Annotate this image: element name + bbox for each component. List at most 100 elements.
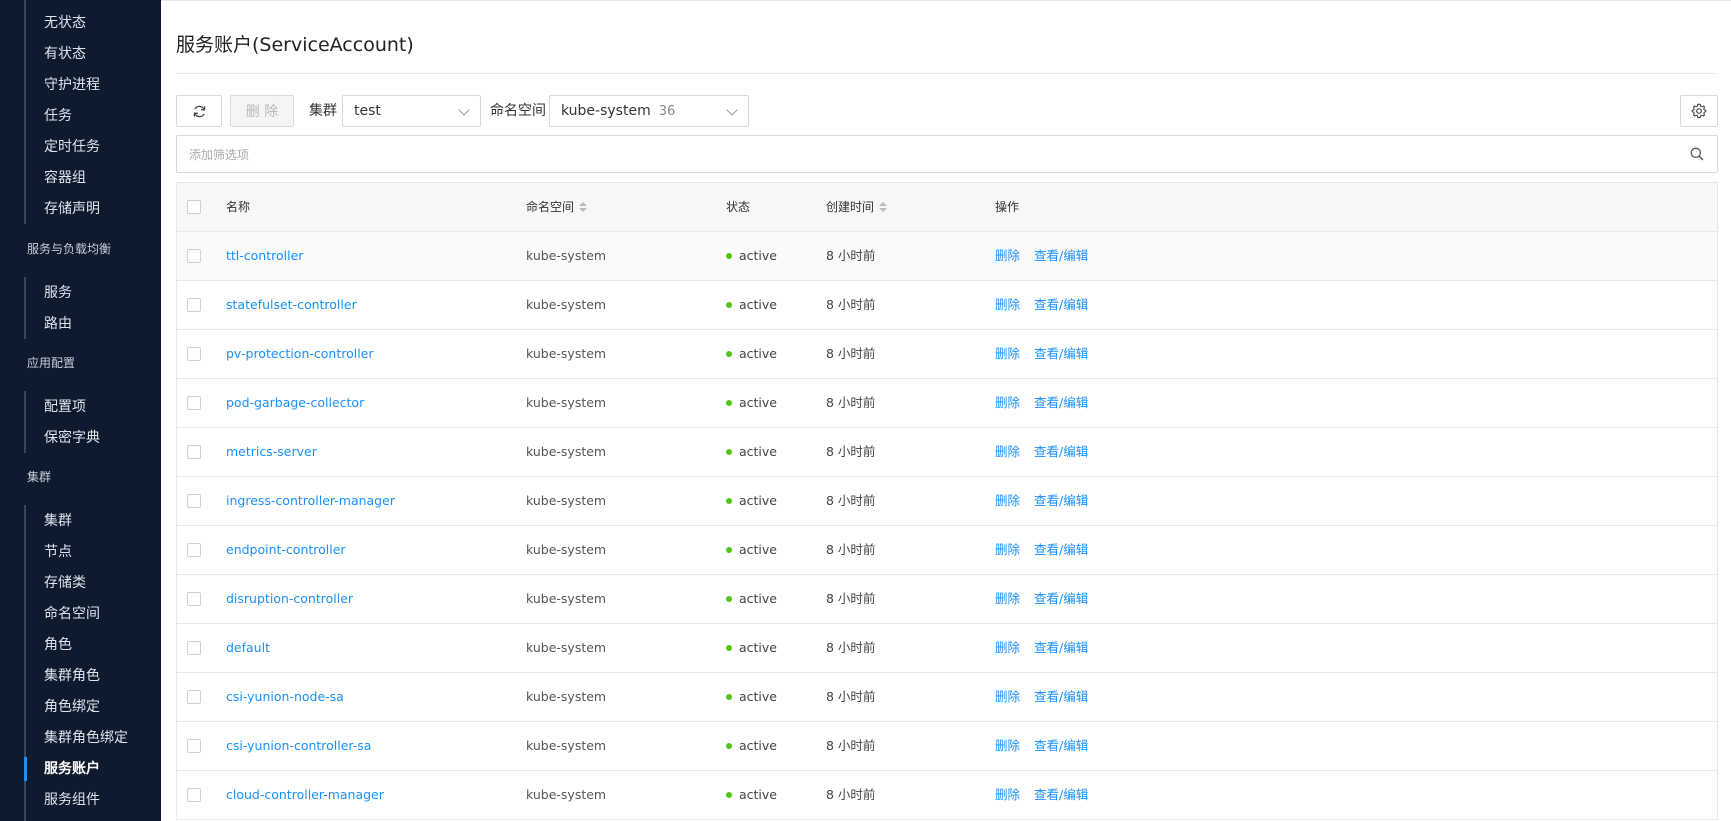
- table-row[interactable]: pod-garbage-collector kube-system active…: [177, 379, 1717, 428]
- row-delete-link[interactable]: 删除: [995, 248, 1020, 263]
- table-row[interactable]: pv-protection-controller kube-system act…: [177, 330, 1717, 379]
- sidebar-item-pvcs[interactable]: 存储声明: [28, 196, 161, 222]
- sidebar-item-rolebindings[interactable]: 角色绑定: [28, 694, 161, 720]
- sort-icon[interactable]: [579, 201, 588, 212]
- row-name-link[interactable]: endpoint-controller: [226, 526, 346, 574]
- table-row[interactable]: ttl-controller kube-system active 8 小时前 …: [177, 232, 1717, 281]
- row-checkbox[interactable]: [187, 690, 201, 704]
- row-checkbox[interactable]: [187, 739, 201, 753]
- row-delete-link[interactable]: 删除: [995, 738, 1020, 753]
- sidebar-item-pods[interactable]: 容器组: [28, 165, 161, 191]
- table-row[interactable]: disruption-controller kube-system active…: [177, 575, 1717, 624]
- sidebar-item-configmaps[interactable]: 配置项: [28, 394, 161, 420]
- table-row[interactable]: ingress-controller-manager kube-system a…: [177, 477, 1717, 526]
- table-row[interactable]: statefulset-controller kube-system activ…: [177, 281, 1717, 330]
- sidebar-item-jobs[interactable]: 任务: [28, 103, 161, 129]
- sidebar-item-nodes[interactable]: 节点: [28, 539, 161, 565]
- row-edit-link[interactable]: 查看/编辑: [1034, 787, 1088, 802]
- header-namespace[interactable]: 命名空间: [526, 183, 588, 231]
- sidebar-item-roles[interactable]: 角色: [28, 632, 161, 658]
- row-name-link[interactable]: pv-protection-controller: [226, 330, 374, 378]
- sidebar-item-deployments[interactable]: 无状态: [28, 10, 161, 36]
- row-checkbox[interactable]: [187, 788, 201, 802]
- sidebar-item-cronjobs[interactable]: 定时任务: [28, 134, 161, 160]
- row-checkbox[interactable]: [187, 347, 201, 361]
- row-edit-link[interactable]: 查看/编辑: [1034, 591, 1088, 606]
- row-created: 8 小时前: [826, 346, 876, 361]
- row-delete-link[interactable]: 删除: [995, 346, 1020, 361]
- refresh-button[interactable]: [176, 95, 222, 127]
- table-row[interactable]: csi-yunion-node-sa kube-system active 8 …: [177, 673, 1717, 722]
- table-row[interactable]: csi-yunion-controller-sa kube-system act…: [177, 722, 1717, 771]
- sidebar-item-ingresses[interactable]: 路由: [28, 311, 161, 337]
- row-name-link[interactable]: metrics-server: [226, 428, 317, 476]
- row-delete-link[interactable]: 删除: [995, 640, 1020, 655]
- sidebar-item-clusterrolebindings[interactable]: 集群角色绑定: [28, 725, 161, 751]
- row-name-link[interactable]: ingress-controller-manager: [226, 477, 395, 525]
- row-edit-link[interactable]: 查看/编辑: [1034, 395, 1088, 410]
- row-namespace: kube-system: [526, 689, 607, 704]
- sidebar-item-clusters[interactable]: 集群: [28, 508, 161, 534]
- row-delete-link[interactable]: 删除: [995, 787, 1020, 802]
- sidebar-item-daemonsets[interactable]: 守护进程: [28, 72, 161, 98]
- row-namespace: kube-system: [526, 248, 607, 263]
- row-checkbox[interactable]: [187, 494, 201, 508]
- row-edit-link[interactable]: 查看/编辑: [1034, 542, 1088, 557]
- search-icon[interactable]: [1689, 146, 1705, 162]
- sidebar-item-storageclasses[interactable]: 存储类: [28, 570, 161, 596]
- row-status-text: active: [739, 297, 777, 312]
- sidebar-group-line: [24, 391, 26, 453]
- row-edit-link[interactable]: 查看/编辑: [1034, 297, 1088, 312]
- sidebar-item-components[interactable]: 服务组件: [28, 787, 161, 813]
- row-edit-link[interactable]: 查看/编辑: [1034, 248, 1088, 263]
- row-edit-link[interactable]: 查看/编辑: [1034, 493, 1088, 508]
- delete-button[interactable]: 删 除: [230, 95, 294, 127]
- sidebar-item-namespaces[interactable]: 命名空间: [28, 601, 161, 627]
- row-edit-link[interactable]: 查看/编辑: [1034, 444, 1088, 459]
- row-checkbox[interactable]: [187, 298, 201, 312]
- select-all-checkbox[interactable]: [187, 200, 201, 214]
- row-checkbox[interactable]: [187, 396, 201, 410]
- cluster-select[interactable]: test: [342, 95, 481, 127]
- header-created[interactable]: 创建时间: [826, 183, 888, 231]
- row-delete-link[interactable]: 删除: [995, 542, 1020, 557]
- sidebar-item-clusterroles[interactable]: 集群角色: [28, 663, 161, 689]
- row-edit-link[interactable]: 查看/编辑: [1034, 346, 1088, 361]
- row-status-text: active: [739, 689, 777, 704]
- row-name-link[interactable]: default: [226, 624, 270, 672]
- row-delete-link[interactable]: 删除: [995, 493, 1020, 508]
- row-name-link[interactable]: pod-garbage-collector: [226, 379, 364, 427]
- namespace-select[interactable]: kube-system 36: [549, 95, 749, 127]
- table-row[interactable]: metrics-server kube-system active 8 小时前 …: [177, 428, 1717, 477]
- filter-input[interactable]: [177, 136, 1671, 174]
- table-row[interactable]: cloud-controller-manager kube-system act…: [177, 771, 1717, 820]
- row-checkbox[interactable]: [187, 543, 201, 557]
- row-name-link[interactable]: statefulset-controller: [226, 281, 357, 329]
- row-edit-link[interactable]: 查看/编辑: [1034, 738, 1088, 753]
- table-row[interactable]: default kube-system active 8 小时前 删除 查看/编辑: [177, 624, 1717, 673]
- sort-icon[interactable]: [879, 201, 888, 212]
- row-name-link[interactable]: ttl-controller: [226, 232, 303, 280]
- row-name-link[interactable]: disruption-controller: [226, 575, 353, 623]
- row-delete-link[interactable]: 删除: [995, 689, 1020, 704]
- settings-button[interactable]: [1680, 95, 1718, 127]
- row-edit-link[interactable]: 查看/编辑: [1034, 640, 1088, 655]
- sidebar-item-services[interactable]: 服务: [28, 280, 161, 306]
- row-edit-link[interactable]: 查看/编辑: [1034, 689, 1088, 704]
- row-name-link[interactable]: csi-yunion-node-sa: [226, 673, 344, 721]
- row-checkbox[interactable]: [187, 445, 201, 459]
- row-status-text: active: [739, 346, 777, 361]
- row-delete-link[interactable]: 删除: [995, 297, 1020, 312]
- sidebar-item-serviceaccounts[interactable]: 服务账户: [28, 756, 161, 782]
- row-name-link[interactable]: cloud-controller-manager: [226, 771, 384, 819]
- sidebar-item-statefulsets[interactable]: 有状态: [28, 41, 161, 67]
- table-row[interactable]: endpoint-controller kube-system active 8…: [177, 526, 1717, 575]
- sidebar-item-secrets[interactable]: 保密字典: [28, 425, 161, 451]
- row-checkbox[interactable]: [187, 249, 201, 263]
- row-delete-link[interactable]: 删除: [995, 591, 1020, 606]
- row-delete-link[interactable]: 删除: [995, 395, 1020, 410]
- row-checkbox[interactable]: [187, 641, 201, 655]
- row-name-link[interactable]: csi-yunion-controller-sa: [226, 722, 371, 770]
- row-delete-link[interactable]: 删除: [995, 444, 1020, 459]
- row-checkbox[interactable]: [187, 592, 201, 606]
